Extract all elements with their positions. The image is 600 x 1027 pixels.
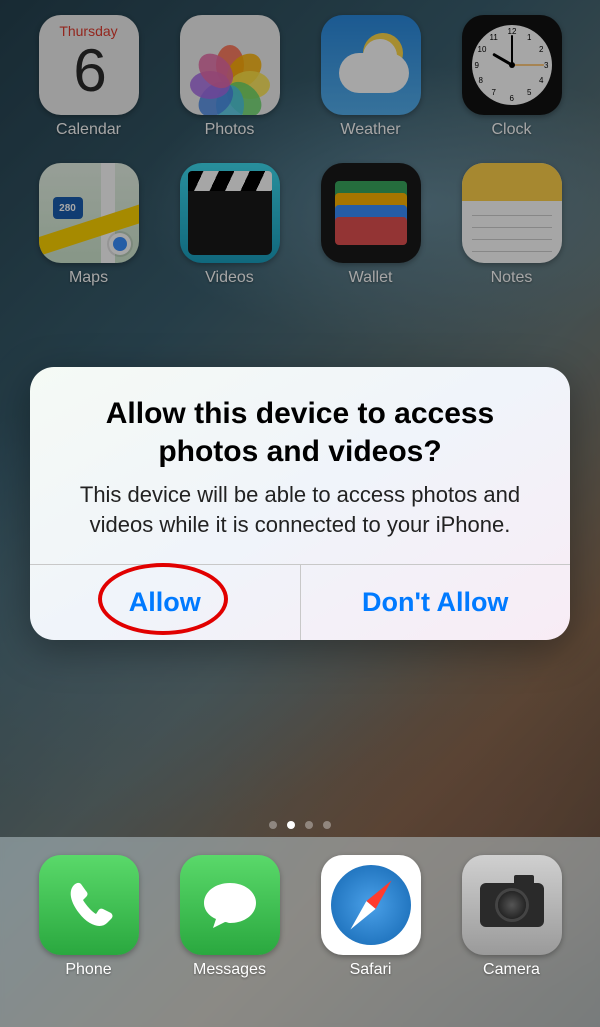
annotation-circle (98, 563, 228, 635)
alert-message: This device will be able to access photo… (58, 480, 542, 539)
alert-backdrop: Allow this device to access photos and v… (0, 0, 600, 1027)
allow-button[interactable]: Allow (30, 565, 300, 640)
alert-button-row: Allow Don't Allow (30, 564, 570, 640)
alert-title: Allow this device to access photos and v… (58, 395, 542, 470)
dont-allow-button[interactable]: Don't Allow (300, 565, 571, 640)
permission-alert: Allow this device to access photos and v… (30, 367, 570, 639)
